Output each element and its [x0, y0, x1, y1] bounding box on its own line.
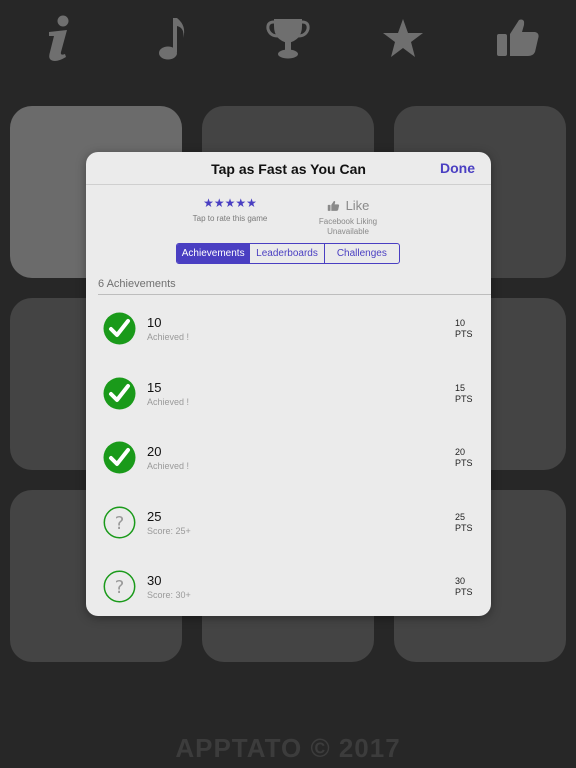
achievements-list: 10 Achieved ! 10 PTS 15 Achieved ! 15 PT…	[86, 296, 491, 616]
done-button[interactable]: Done	[440, 160, 475, 176]
like-caption-line1: Facebook Liking	[318, 217, 378, 226]
list-item[interactable]: 15 Achieved ! 15 PTS	[86, 361, 491, 426]
achievement-name: 25	[147, 508, 162, 524]
points-value: 25	[455, 511, 466, 522]
music-note-icon[interactable]	[147, 12, 199, 64]
achievement-points: 15 PTS	[455, 383, 479, 405]
achievement-name: 30	[147, 573, 162, 588]
achievement-name: 10	[147, 315, 162, 330]
points-unit: PTS	[455, 522, 473, 533]
trophy-icon[interactable]	[262, 12, 314, 64]
achieved-check-icon	[103, 441, 136, 474]
locked-question-icon: ?	[103, 570, 136, 603]
achievement-subtitle: Score: 25+	[147, 525, 191, 536]
like-caption-line2: Unavailable	[327, 227, 369, 236]
achievement-points: 10 PTS	[455, 318, 479, 340]
locked-question-icon: ?	[103, 506, 136, 538]
tab-leaderboards[interactable]: Leaderboards	[250, 244, 325, 263]
list-item[interactable]: 10 Achieved ! 10 PTS	[86, 296, 491, 361]
achieved-check-icon	[103, 377, 136, 409]
top-icon-bar	[0, 0, 576, 80]
copyright-footer: APPTATO © 2017	[175, 733, 401, 763]
info-icon[interactable]	[33, 12, 85, 64]
list-item[interactable]: ? 30 Score: 30+ 30 PTS	[86, 554, 491, 616]
achievement-subtitle: Achieved !	[147, 396, 190, 407]
tab-challenges[interactable]: Challenges	[325, 244, 399, 263]
list-item[interactable]: 20 Achieved ! 20 PTS	[86, 425, 491, 490]
achievement-points: 25 PTS	[455, 512, 479, 534]
achievement-subtitle: Achieved !	[147, 461, 190, 471]
section-tabs: Achievements Leaderboards Challenges	[176, 243, 400, 264]
divider	[98, 294, 491, 295]
thumbs-up-icon	[327, 200, 339, 211]
svg-text:?: ?	[115, 577, 125, 598]
points-unit: PTS	[455, 393, 473, 404]
achievement-name: 15	[147, 379, 162, 395]
rating-stars[interactable]: ★★★★★	[182, 196, 278, 210]
points-unit: PTS	[455, 458, 473, 468]
achievement-subtitle: Score: 30+	[147, 590, 191, 600]
points-unit: PTS	[455, 587, 473, 597]
achievement-points: 20 PTS	[455, 447, 479, 469]
like-label: Like	[345, 198, 370, 213]
modal-header: Tap as Fast as You Can Done	[86, 152, 491, 185]
points-unit: PTS	[455, 329, 473, 339]
rate-game-control[interactable]: ★★★★★ Tap to rate this game	[182, 196, 278, 223]
points-value: 30	[455, 576, 466, 586]
achieved-check-icon	[103, 312, 136, 345]
achievement-subtitle: Achieved !	[147, 332, 190, 342]
game-center-modal: Tap as Fast as You Can Done ★★★★★ Tap to…	[86, 152, 491, 616]
points-value: 20	[455, 447, 466, 457]
facebook-like-control: Like Facebook Liking Unavailable	[300, 198, 396, 237]
list-item[interactable]: ? 25 Score: 25+ 25 PTS	[86, 490, 491, 555]
achievement-name: 20	[147, 444, 162, 459]
star-icon[interactable]	[377, 12, 429, 64]
svg-text:?: ?	[115, 513, 125, 534]
thumbs-up-icon[interactable]	[492, 12, 544, 64]
points-value: 15	[455, 382, 466, 393]
achievement-points: 30 PTS	[455, 576, 479, 598]
achievements-count: 6 Achievements	[98, 278, 176, 290]
tab-achievements[interactable]: Achievements	[177, 244, 251, 263]
modal-title: Tap as Fast as You Can	[211, 161, 366, 177]
rate-caption: Tap to rate this game	[192, 214, 268, 223]
points-value: 10	[455, 318, 466, 328]
